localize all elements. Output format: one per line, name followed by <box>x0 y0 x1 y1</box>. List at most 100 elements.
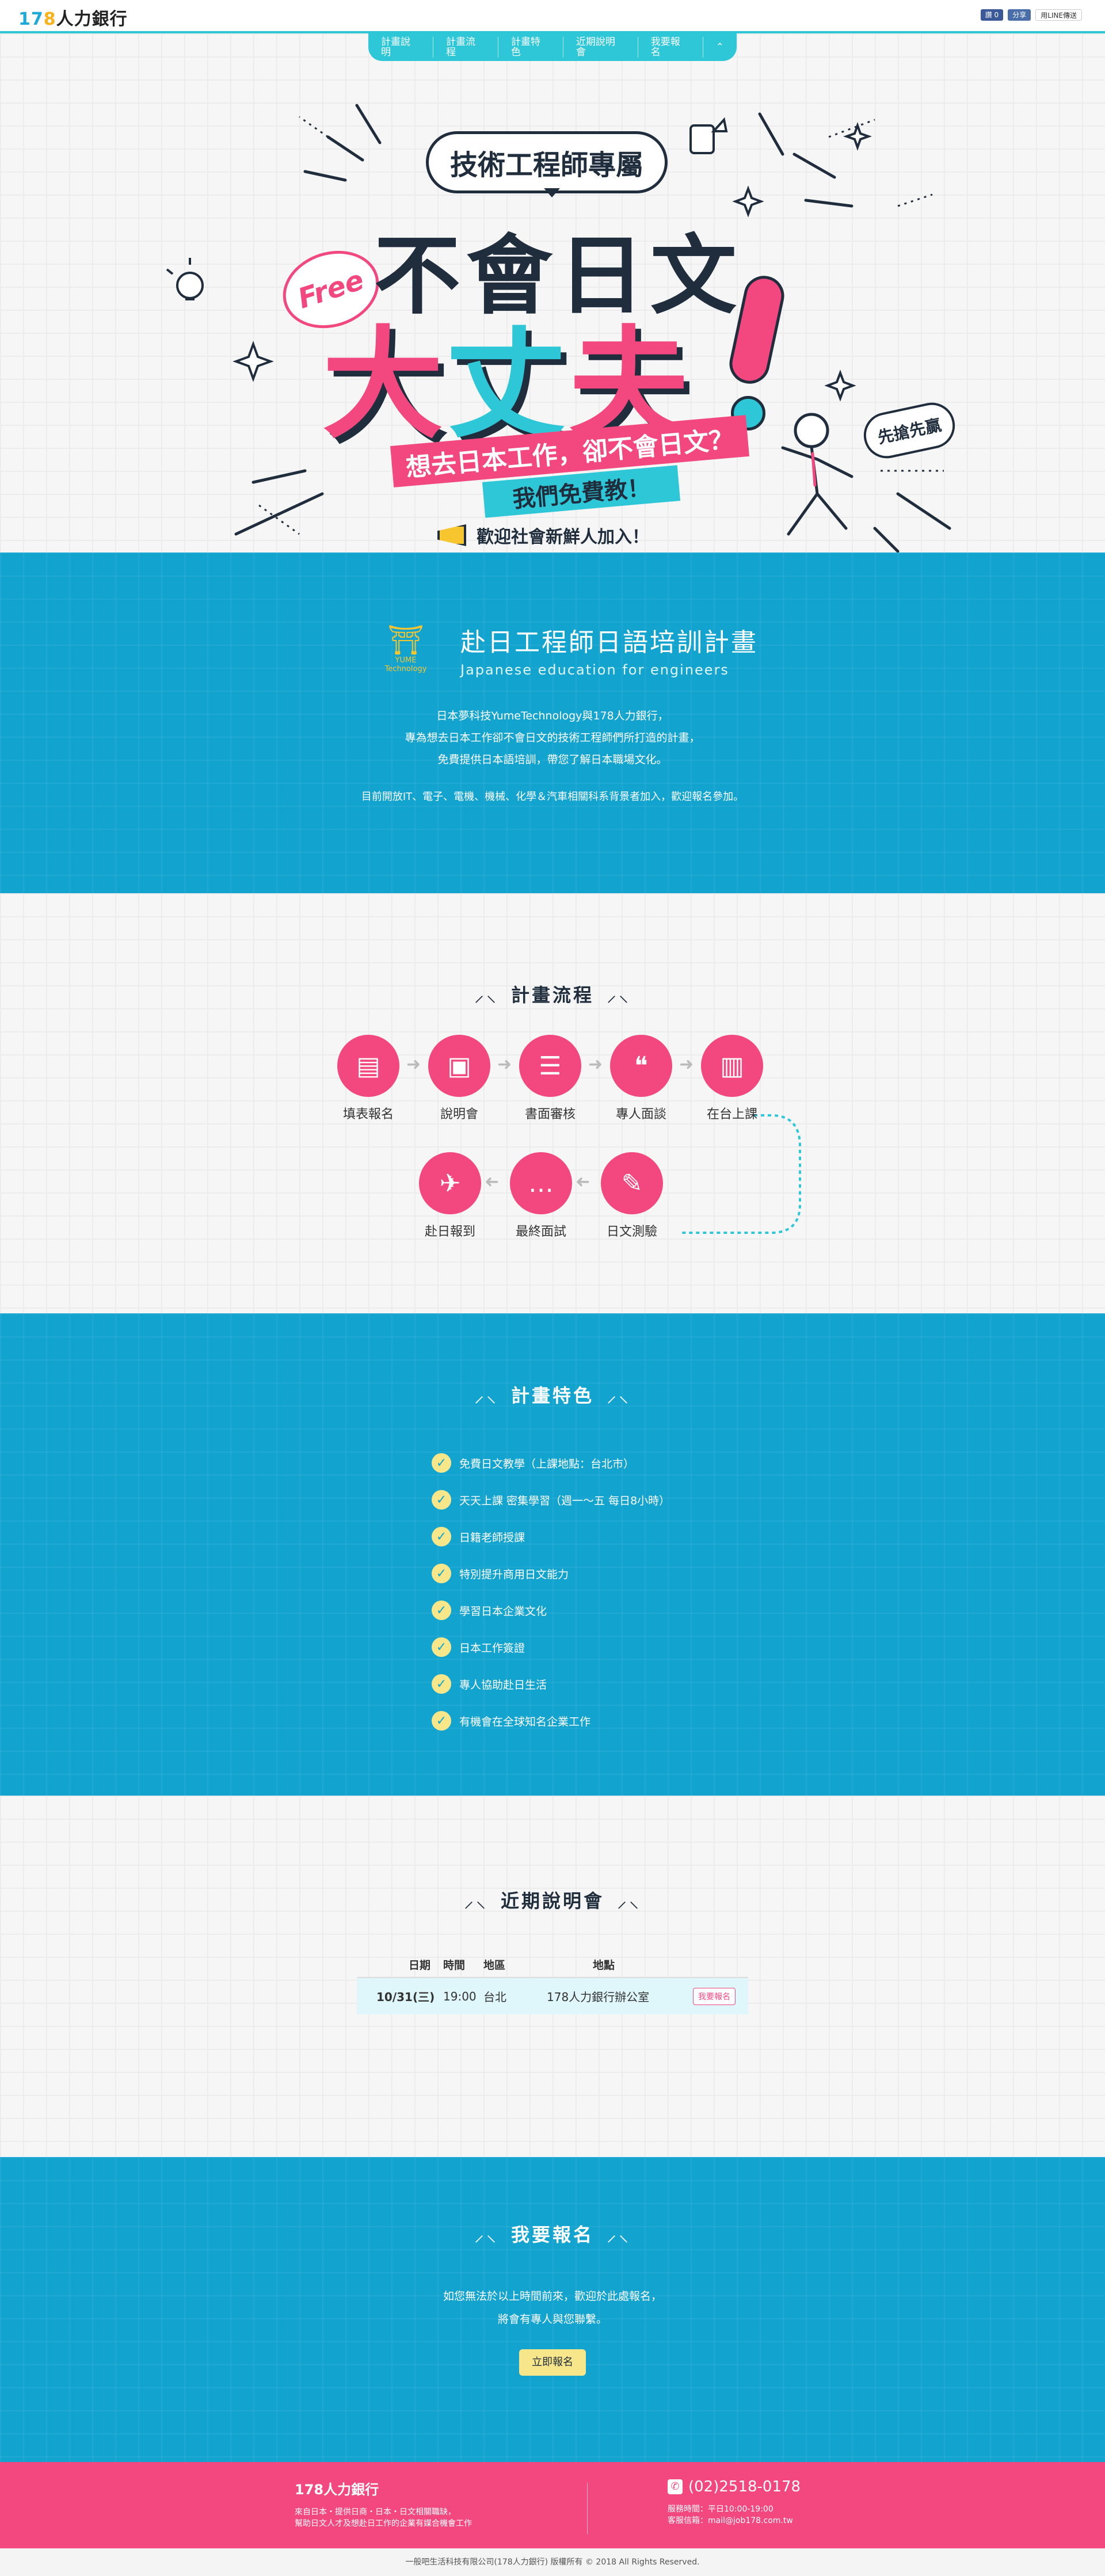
deco-line <box>896 492 951 530</box>
check-icon: ✓ <box>432 1453 451 1473</box>
seminar-section: ⸝⸜ 近期說明會 ⸝⸜ 日期 時間 地區 地點 10/31(三) 19:00 台… <box>0 1796 1105 2157</box>
feature-item: ✓ 日本工作簽證 <box>432 1629 670 1666</box>
intro-desc-line: 專為想去日本工作卻不會日文的技術工程師們所打造的計畫， <box>405 731 700 744</box>
speech-bubble-icon: … <box>510 1152 572 1214</box>
yume-technology-logo: ⛩ YUME Technology <box>374 624 437 676</box>
check-icon: ✓ <box>432 1527 451 1546</box>
check-icon: ✓ <box>432 1674 451 1694</box>
nav-item-plan[interactable]: 計畫說明 <box>368 37 433 58</box>
flow-step-label: 書面審核 <box>524 1107 576 1122</box>
footer-service-hours: 服務時間：平日10:00-19:00 <box>668 2505 774 2514</box>
footer-contact: ✆ (02)2518-0178 服務時間：平日10:00-19:00 客服信箱：… <box>668 2478 801 2527</box>
facebook-like-button[interactable]: 讚 0 <box>980 9 1004 21</box>
flow-step-apply: ▤ 填表報名 <box>328 1035 409 1122</box>
back-to-top-icon[interactable]: ⌃ <box>703 42 737 52</box>
intro-desc-line: 日本夢科技YumeTechnology與178人力銀行， <box>436 710 669 722</box>
nav-item-signup[interactable]: 我要報名 <box>638 37 703 58</box>
flow-step-label: 填表報名 <box>342 1107 394 1122</box>
intro-note: 目前開放IT、電子、電機、機械、化學＆汽車相關科系背景者加入，歡迎報名參加。 <box>361 791 744 803</box>
flow-step-class: ▥ 在台上課 <box>692 1035 772 1122</box>
cell-area: 台北 <box>483 1977 535 2014</box>
title-spark-icon: ⸝⸜ <box>607 1384 631 1407</box>
check-icon: ✓ <box>432 1490 451 1510</box>
title-spark-icon: ⸝⸜ <box>463 1889 488 1912</box>
logo-number-2: 8 <box>43 9 56 29</box>
col-header-action <box>668 1952 748 1978</box>
deco-line <box>355 104 382 144</box>
site-logo[interactable]: 178人力銀行 <box>18 5 128 30</box>
flow-dotted-path <box>679 1114 801 1234</box>
feature-item: ✓ 天天上課 密集學習（週一～五 每日8小時） <box>432 1481 670 1518</box>
col-header-date: 日期 <box>357 1952 443 1978</box>
check-icon: ✓ <box>432 1601 451 1620</box>
check-icon: ✓ <box>432 1564 451 1583</box>
feature-item: ✓ 學習日本企業文化 <box>432 1592 670 1629</box>
deco-line <box>326 135 364 162</box>
flow-step-label: 在台上課 <box>706 1107 757 1122</box>
deco-line <box>792 153 836 179</box>
checklist-icon: ☰ <box>519 1035 581 1097</box>
welcome-text: 歡迎社會新鮮人加入！ <box>477 527 649 547</box>
intro-section: ⛩ YUME Technology 赴日工程師日語培訓計畫 Japanese e… <box>0 552 1105 893</box>
seminar-table: 日期 時間 地區 地點 10/31(三) 19:00 台北 178人力銀行辦公室… <box>357 1952 748 2014</box>
feature-item: ✓ 特別提升商用日文能力 <box>432 1555 670 1592</box>
title-spark-icon: ⸝⸜ <box>617 1889 641 1912</box>
footer-service: 服務時間：平日10:00-19:00 客服信箱：mail@job178.com.… <box>668 2503 801 2527</box>
deco-line <box>303 170 347 182</box>
footer-phone-number: (02)2518-0178 <box>688 2478 801 2495</box>
flow-step-label: 最終面試 <box>515 1225 566 1239</box>
seminar-signup-button[interactable]: 我要報名 <box>693 1987 736 2005</box>
signup-title-text: 我要報名 <box>510 2224 594 2246</box>
flow-step-go-japan: ✈ 赴日報到 <box>410 1152 490 1240</box>
airplane-icon: ✈ <box>419 1152 481 1214</box>
feature-item: ✓ 免費日文教學（上課地點：台北市） <box>432 1445 670 1481</box>
running-man-icon <box>781 413 853 536</box>
feature-text: 日本工作簽證 <box>459 1641 525 1655</box>
social-buttons: 讚 0 分享 用LINE傳送 <box>980 9 1082 21</box>
seminar-title: ⸝⸜ 近期說明會 ⸝⸜ <box>0 1887 1105 1913</box>
nav-item-flow[interactable]: 計畫流程 <box>433 37 498 58</box>
nav-item-seminar[interactable]: 近期說明會 <box>563 37 638 58</box>
footer-phone[interactable]: ✆ (02)2518-0178 <box>668 2478 801 2495</box>
signup-desc-line: 將會有專人與您聯繫。 <box>497 2313 607 2326</box>
flow-step-label: 日文測驗 <box>606 1225 657 1239</box>
feature-text: 專人協助赴日生活 <box>459 1678 547 1691</box>
thumbs-up-icon <box>689 117 728 154</box>
nav-item-features[interactable]: 計畫特色 <box>498 37 563 58</box>
megaphone-icon <box>437 524 466 546</box>
footer-service-email[interactable]: 客服信箱：mail@job178.com.tw <box>668 2515 801 2527</box>
title-spark-icon: ⸝⸜ <box>474 2223 498 2246</box>
features-section: ⸝⸜ 計畫特色 ⸝⸜ ✓ 免費日文教學（上課地點：台北市） ✓ 天天上課 密集學習（… <box>0 1313 1105 1796</box>
logo-number-1: 17 <box>18 9 44 29</box>
hero-speech-bubble: 技術工程師專屬 <box>426 131 668 197</box>
sparkle-icon <box>824 369 856 402</box>
yume-logo-text: YUME Technology <box>384 656 427 673</box>
line-share-button[interactable]: 用LINE傳送 <box>1035 9 1082 21</box>
col-header-time: 時間 <box>443 1952 483 1978</box>
footer-company-name: 178人力銀行 <box>295 2482 379 2498</box>
headline-char: 大 <box>322 314 446 455</box>
flow-step-final-interview: … 最終面試 <box>501 1152 581 1240</box>
presentation-icon: ▣ <box>428 1035 490 1097</box>
intro-description: 日本夢科技YumeTechnology與178人力銀行， 專為想去日本工作卻不會… <box>0 705 1105 771</box>
col-header-area: 地區 <box>483 1952 535 1978</box>
copyright: 一般吧生活科技有限公司(178人力銀行) 版權所有 © 2018 All Rig… <box>0 2548 1105 2576</box>
top-bar: 178人力銀行 讚 0 分享 用LINE傳送 <box>0 0 1105 33</box>
signup-desc-line: 如您無法於以上時間前來，歡迎於此處報名， <box>443 2290 662 2303</box>
flow-section: ⸝⸜ 計畫流程 ⸝⸜ ▤ 填表報名 ➜ ▣ 說明會 ➜ ☰ 書面審核 ➜ ❝ 專… <box>0 893 1105 1313</box>
signup-now-button[interactable]: 立即報名 <box>519 2349 586 2376</box>
feature-text: 有機會在全球知名企業工作 <box>459 1715 591 1728</box>
footer-desc-line: 幫助日文人才及想赴日工作的企業有媒合機會工作 <box>295 2519 472 2528</box>
intro-title: 赴日工程師日語培訓計畫 <box>460 628 758 657</box>
facebook-share-button[interactable]: 分享 <box>1008 9 1031 21</box>
document-icon: ▤ <box>337 1035 399 1097</box>
logo-text: 人力銀行 <box>56 9 128 29</box>
cell-place: 178人力銀行辦公室 <box>535 1977 668 2014</box>
footer: 178人力銀行 來自日本・提供日商・日本・日文相關職缺， 幫助日文人才及想赴日工… <box>0 2462 1105 2548</box>
feature-item: ✓ 專人協助赴日生活 <box>432 1666 670 1702</box>
cell-date: 10/31(三) <box>357 1977 443 2014</box>
flow-step-review: ☰ 書面審核 <box>510 1035 590 1122</box>
sparkle-icon <box>233 341 274 382</box>
flow-step-label: 赴日報到 <box>424 1225 475 1239</box>
lightbulb-icon <box>166 258 204 300</box>
